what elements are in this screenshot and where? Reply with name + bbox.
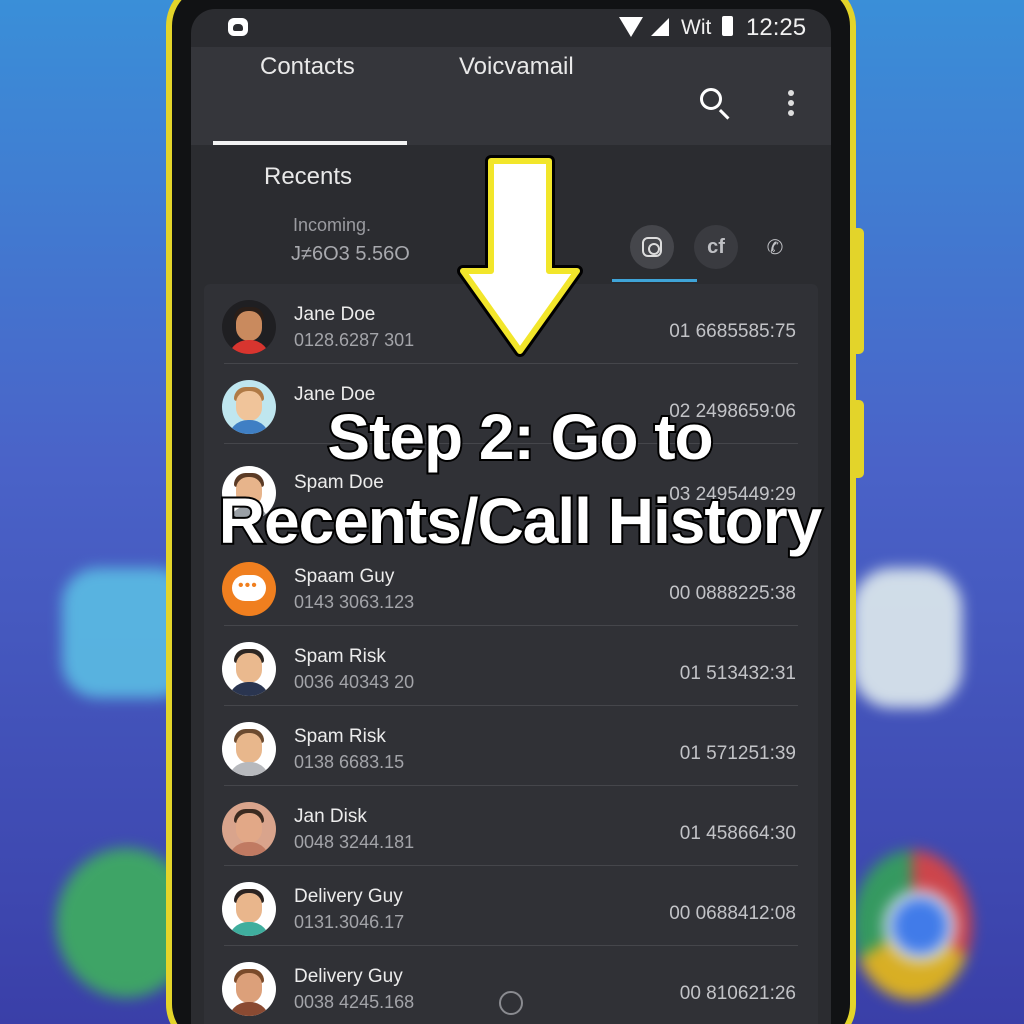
- background-app-icon: [852, 568, 962, 708]
- avatar: [222, 722, 276, 776]
- tutorial-caption: Step 2: Go to Recents/Call History: [160, 395, 880, 563]
- call-row[interactable]: Delivery Guy 0131.3046.17 00 0688412:08: [204, 866, 818, 946]
- caller-name: Delivery Guy: [294, 886, 403, 907]
- avatar: [222, 802, 276, 856]
- carrier-text: Wit: [681, 16, 712, 39]
- caller-number: 0138 6683.15: [294, 752, 405, 772]
- caption-line-1: Step 2: Go to: [325, 399, 715, 475]
- instagram-icon[interactable]: [630, 225, 674, 269]
- call-row[interactable]: Spam Risk 0036 40343 20 01 513432:31: [204, 626, 818, 706]
- caller-name: Delivery Guy: [294, 966, 403, 987]
- call-time: 01 513432:31: [679, 663, 796, 684]
- phone-icon[interactable]: ✆: [753, 225, 797, 269]
- active-filter-indicator: [612, 279, 697, 282]
- call-row[interactable]: Spam Risk 0138 6683.15 01 571251:39: [204, 706, 818, 786]
- caller-number: 0038 4245.168: [294, 992, 415, 1012]
- wifi-icon: [619, 17, 643, 37]
- call-time: 00 0688412:08: [669, 903, 796, 924]
- notification-app-icon: [228, 18, 248, 36]
- caller-name: Spam Risk: [294, 726, 386, 747]
- caller-number: 0128.6287 301: [294, 330, 415, 350]
- home-button[interactable]: [499, 991, 523, 1015]
- call-row[interactable]: Jan Disk 0048 3244.181 01 458664:30: [204, 786, 818, 866]
- call-time: 01 571251:39: [679, 743, 796, 764]
- background-chrome-icon: [852, 850, 972, 1000]
- incoming-number: J≠6O3 5.56O: [291, 243, 410, 265]
- status-bar: Wit 12:25: [191, 9, 831, 47]
- overflow-menu-icon[interactable]: [788, 90, 794, 116]
- battery-icon: [722, 16, 733, 36]
- caller-number: 0143 3063.123: [294, 592, 415, 612]
- volume-button: [854, 228, 864, 354]
- facebook-icon[interactable]: cf: [694, 225, 738, 269]
- tab-voicemail[interactable]: Voicvamail: [459, 53, 574, 81]
- search-icon[interactable]: [700, 88, 722, 110]
- call-time: 01 458664:30: [679, 823, 796, 844]
- caller-name: Spaam Guy: [294, 566, 395, 587]
- call-time: 00 810621:26: [679, 983, 796, 1004]
- incoming-label: Incoming.: [293, 215, 372, 235]
- avatar: [222, 882, 276, 936]
- caller-name: Jane Doe: [294, 304, 376, 325]
- caller-number: 0048 3244.181: [294, 832, 415, 852]
- avatar: [222, 962, 276, 1016]
- caption-line-2: Recents/Call History: [217, 483, 824, 559]
- tab-contacts[interactable]: Contacts: [260, 53, 355, 81]
- caller-name: Spam Risk: [294, 646, 386, 667]
- call-time: 00 0888225:38: [669, 583, 796, 604]
- avatar: [222, 642, 276, 696]
- active-tab-indicator: [213, 141, 407, 145]
- caller-name: Jan Disk: [294, 806, 367, 827]
- call-time: 01 6685585:75: [669, 321, 796, 342]
- recents-title[interactable]: Recents: [264, 163, 352, 191]
- caller-number: 0131.3046.17: [294, 912, 405, 932]
- signal-icon: [651, 18, 669, 36]
- down-arrow-icon: [457, 155, 583, 357]
- avatar: [222, 300, 276, 354]
- caller-number: 0036 40343 20: [294, 672, 415, 692]
- status-time: 12:25: [746, 14, 807, 41]
- chat-bubble-icon: [222, 562, 276, 616]
